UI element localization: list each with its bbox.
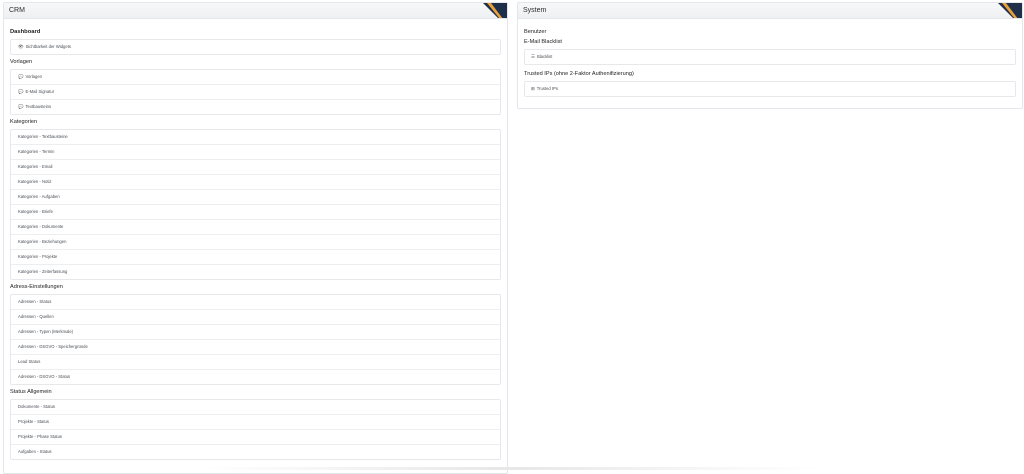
list-item[interactable]: Dokumente - Status [11, 400, 500, 414]
list-item[interactable]: Aufgaben - Status [11, 444, 500, 459]
list-item[interactable]: Adressen - Quellen [11, 309, 500, 324]
vorlagen-list: 💬 Vorlagen 💬 E-Mail Signatur 💬 Textbaustein… [10, 69, 501, 115]
section-title-vorlagen: Vorlagen [10, 59, 33, 65]
comments-icon: 💬 [18, 89, 24, 94]
list-item[interactable]: Adressen - DSGVO - Status [11, 369, 500, 384]
list-item-vorlagen[interactable]: 💬 Vorlagen [11, 70, 500, 84]
section-title-kategorien: Kategorien [10, 119, 38, 125]
header-corner-decoration [473, 3, 507, 18]
list-item-trusted-ips[interactable]: ⊞ Trusted IPs [525, 82, 1015, 96]
section-title-status: Status Allgemein [10, 389, 52, 395]
list-item[interactable]: Kategorien - Briefe [11, 204, 500, 219]
list-item[interactable]: Kategorien - Beziehungen [11, 234, 500, 249]
list-item-textbausteins[interactable]: 💬 Textbausteins [11, 99, 500, 114]
list-item[interactable]: Kategorien - Zeiterfassung [11, 264, 500, 279]
dashboard-list: 👁 Sichtbarkeit der Widgets [10, 39, 501, 55]
list-item[interactable]: Kategorien - Email [11, 159, 500, 174]
list-item[interactable]: Kategorien - Textbausteine [11, 130, 500, 144]
trusted-ips-list: ⊞ Trusted IPs [524, 81, 1016, 97]
blacklist-list: ☰ Blacklist [524, 49, 1016, 65]
list-item-blacklist[interactable]: ☰ Blacklist [525, 50, 1015, 64]
comments-icon: 💬 [18, 104, 24, 109]
section-title-dashboard: Dashboard [10, 29, 41, 35]
crm-panel-title: CRM [9, 7, 25, 14]
list-item[interactable]: Adressen - DSGVO - Speichergründe [11, 339, 500, 354]
list-item[interactable]: Kategorien - Notiz [11, 174, 500, 189]
header-corner-decoration [988, 3, 1022, 18]
system-panel-header: System [518, 3, 1022, 19]
list-item[interactable]: Lead Status [11, 354, 500, 369]
list-item-widget-visibility[interactable]: 👁 Sichtbarkeit der Widgets [11, 40, 500, 54]
status-list: Dokumente - Status Projekte - Status Pro… [10, 399, 501, 460]
list-item[interactable]: Adressen - Typen (Merkmale) [11, 324, 500, 339]
crm-panel-header: CRM [4, 3, 507, 19]
system-panel: System Benutzer E-Mail Blacklist ☰ Blackl… [517, 2, 1023, 109]
list-item[interactable]: Adressen - Status [11, 295, 500, 309]
section-title-adress: Adress-Einstellungen [10, 284, 63, 290]
system-panel-title: System [523, 7, 547, 14]
kategorien-list: Kategorien - Textbausteine Kategorien - … [10, 129, 501, 280]
list-item-email-signatur[interactable]: 💬 E-Mail Signatur [11, 84, 500, 99]
system-panel-body: Benutzer E-Mail Blacklist ☰ Blacklist Tru… [518, 19, 1022, 97]
list-item[interactable]: Kategorien - Projekte [11, 249, 500, 264]
list-icon: ☰ [531, 54, 535, 59]
crm-panel: CRM Dashboard 👁 Sichtbarkeit der Widgets … [3, 2, 508, 474]
crm-panel-body: Dashboard 👁 Sichtbarkeit der Widgets Vorl… [4, 19, 507, 460]
section-title-blacklist: E-Mail Blacklist [524, 39, 562, 45]
comments-icon: 💬 [18, 74, 24, 79]
list-item[interactable]: Kategorien - Aufgaben [11, 189, 500, 204]
list-item[interactable]: Projekte - Status [11, 414, 500, 429]
adress-list: Adressen - Status Adressen - Quellen Adr… [10, 294, 501, 385]
eye-icon: 👁 [18, 44, 24, 49]
table-icon: ⊞ [531, 86, 535, 91]
section-title-benutzer: Benutzer [524, 29, 547, 35]
list-item[interactable]: Projekte - Phase Status [11, 429, 500, 444]
section-title-trusted-ips: Trusted IPs (ohne 2-Faktor Authenifizier… [524, 71, 634, 77]
list-item[interactable]: Kategorien - Termin [11, 144, 500, 159]
list-item[interactable]: Kategorien - Dokumente [11, 219, 500, 234]
